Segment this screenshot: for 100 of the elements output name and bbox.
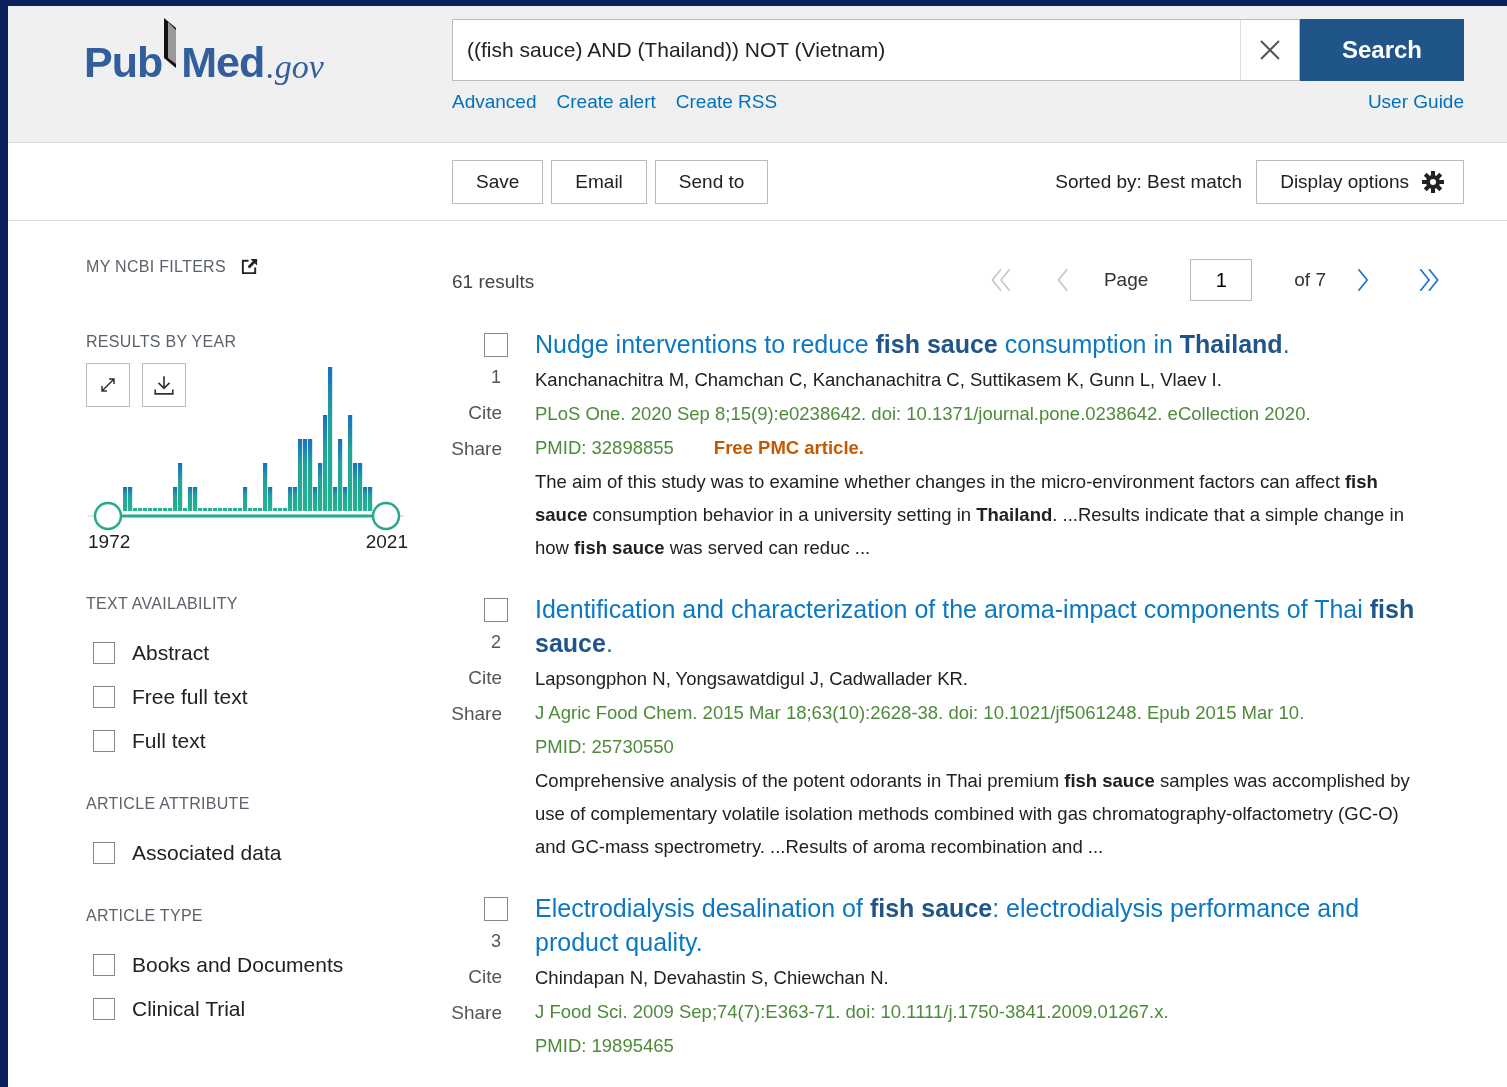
histogram-bar[interactable]	[198, 508, 203, 511]
histogram-bar[interactable]	[148, 508, 153, 511]
cite-link[interactable]: Cite	[468, 402, 502, 424]
year-range-track[interactable]	[122, 514, 372, 518]
action-button[interactable]: Send to	[654, 159, 769, 204]
histogram-bar[interactable]	[178, 463, 183, 511]
histogram-bar[interactable]	[263, 463, 268, 511]
download-icon[interactable]	[142, 363, 186, 407]
histogram-bar[interactable]	[173, 487, 178, 511]
end-year-label: 2021	[365, 531, 408, 553]
histogram-bar[interactable]	[348, 415, 353, 511]
histogram-bar[interactable]	[183, 508, 188, 511]
pmid-text: PMID: 19895465	[535, 1034, 674, 1058]
histogram-bar[interactable]	[218, 508, 223, 511]
histogram-bar[interactable]	[358, 463, 363, 511]
cite-link[interactable]: Cite	[468, 966, 502, 988]
range-end-handle[interactable]	[371, 501, 401, 531]
action-button[interactable]: Save	[452, 159, 544, 204]
external-link-icon[interactable]	[239, 257, 259, 276]
histogram-bar[interactable]	[228, 508, 233, 511]
histogram-bar[interactable]	[368, 487, 373, 511]
histogram-bar[interactable]	[273, 508, 278, 511]
histogram-bar[interactable]	[128, 487, 133, 511]
filter-checkbox[interactable]: Abstract	[93, 641, 210, 665]
search-field[interactable]: ((fish sauce) AND (Thailand)) NOT (Vietnam)	[452, 19, 1240, 81]
share-link[interactable]: Share	[451, 1002, 502, 1024]
page-total-label: of 7	[1294, 269, 1326, 291]
range-start-handle[interactable]	[93, 501, 123, 531]
sort-label: Sorted by: Best match	[1055, 170, 1243, 193]
histogram-bar[interactable]	[203, 508, 208, 511]
result-title-link[interactable]: Identification and characterization of the aroma-impact components of Thai fish sauce.	[535, 592, 1434, 660]
histogram-bar[interactable]	[168, 508, 173, 511]
abstract-snippet: Comprehensive analysis of the potent odorants in Thai premium fish sauce samples was accomplished by use of complementary volatile isolation methods combined with gas chromatography-olfactometry (GC-O) and GC-mass spectrometry. ...Results of aroma recombination and ...	[535, 769, 1411, 859]
histogram-bar[interactable]	[143, 508, 148, 511]
pubmed-logo[interactable]: Pub Med.gov	[84, 18, 452, 84]
histogram-bar[interactable]	[188, 487, 193, 511]
histogram-bar[interactable]	[313, 487, 318, 511]
search-link[interactable]: Create alert	[556, 91, 656, 113]
histogram-bar[interactable]	[278, 508, 283, 511]
histogram-bar[interactable]	[318, 463, 323, 511]
histogram-bar[interactable]	[193, 487, 198, 511]
pmid-text: PMID: 32898855	[535, 436, 674, 460]
citation-text: J Food Sci. 2009 Sep;74(7):E363-71. doi: 10.1111/j.1750-3841.2009.01267.x.	[535, 1000, 1170, 1024]
filter-checkbox[interactable]: Clinical Trial	[93, 997, 246, 1021]
cite-link[interactable]: Cite	[468, 667, 502, 689]
search-link[interactable]: Create RSS	[675, 91, 778, 113]
histogram-bar[interactable]	[338, 439, 343, 511]
result-checkbox[interactable]	[484, 897, 508, 921]
histogram-bar[interactable]	[283, 508, 288, 511]
histogram-bar[interactable]	[333, 487, 338, 511]
clear-icon[interactable]	[1240, 19, 1300, 81]
expand-icon[interactable]	[86, 363, 130, 407]
histogram-bar[interactable]	[158, 508, 163, 511]
action-button[interactable]: Email	[551, 159, 647, 204]
histogram-bar[interactable]	[153, 508, 158, 511]
filter-checkbox[interactable]: Associated data	[93, 841, 282, 865]
start-year-label: 1972	[88, 531, 131, 553]
histogram-bar[interactable]	[243, 487, 248, 511]
histogram-bar[interactable]	[223, 508, 228, 511]
histogram-bar[interactable]	[308, 439, 313, 511]
histogram-bar[interactable]	[268, 487, 273, 511]
citation-text: PLoS One. 2020 Sep 8;15(9):e0238642. doi: 10.1371/journal.pone.0238642. eCollection 2020.	[535, 402, 1312, 426]
histogram-bar[interactable]	[303, 439, 308, 511]
histogram-bar[interactable]	[163, 508, 168, 511]
results-count: 61 results	[452, 271, 535, 293]
histogram-bar[interactable]	[238, 508, 243, 511]
pmid-text: PMID: 25730550	[535, 735, 674, 759]
share-link[interactable]: Share	[451, 438, 502, 460]
share-link[interactable]: Share	[451, 703, 502, 725]
histogram-bar[interactable]	[353, 463, 358, 511]
filter-checkbox[interactable]: Full text	[93, 729, 206, 753]
histogram-bar[interactable]	[298, 439, 303, 511]
filter-checkbox[interactable]: Books and Documents	[93, 953, 344, 977]
result-title-link[interactable]: Electrodialysis desalination of fish sauce: electrodialysis performance and product quality.	[535, 891, 1434, 959]
result-title-link[interactable]: Nudge interventions to reduce fish sauce consumption in Thailand.	[535, 327, 1434, 361]
histogram-bar[interactable]	[208, 508, 213, 511]
histogram-bar[interactable]	[293, 487, 298, 511]
histogram-bar[interactable]	[253, 508, 258, 511]
histogram-bar[interactable]	[138, 508, 143, 511]
user-guide-link[interactable]: User Guide	[1367, 91, 1464, 113]
histogram-bar[interactable]	[258, 508, 263, 511]
result-checkbox[interactable]	[484, 598, 508, 622]
result-checkbox[interactable]	[484, 333, 508, 357]
histogram-bar[interactable]	[288, 487, 293, 511]
search-link[interactable]: Advanced	[452, 91, 537, 113]
result-number: 2	[491, 632, 501, 653]
histogram-bar[interactable]	[343, 487, 348, 511]
display-options-button[interactable]: Display options	[1256, 159, 1464, 204]
histogram-bar[interactable]	[248, 508, 253, 511]
search-button[interactable]: Search	[1300, 19, 1464, 81]
histogram-bar[interactable]	[133, 508, 138, 511]
page-number-field[interactable]: 1	[1190, 259, 1253, 301]
histogram-bar[interactable]	[323, 415, 328, 511]
histogram-bar[interactable]	[123, 487, 128, 511]
my-ncbi-filters-link[interactable]: MY NCBI FILTERS	[86, 257, 226, 276]
filter-checkbox[interactable]: Free full text	[93, 685, 248, 709]
histogram-bar[interactable]	[213, 508, 218, 511]
histogram-bar[interactable]	[363, 487, 368, 511]
histogram-bar[interactable]	[233, 508, 238, 511]
histogram-bar[interactable]	[328, 367, 333, 511]
